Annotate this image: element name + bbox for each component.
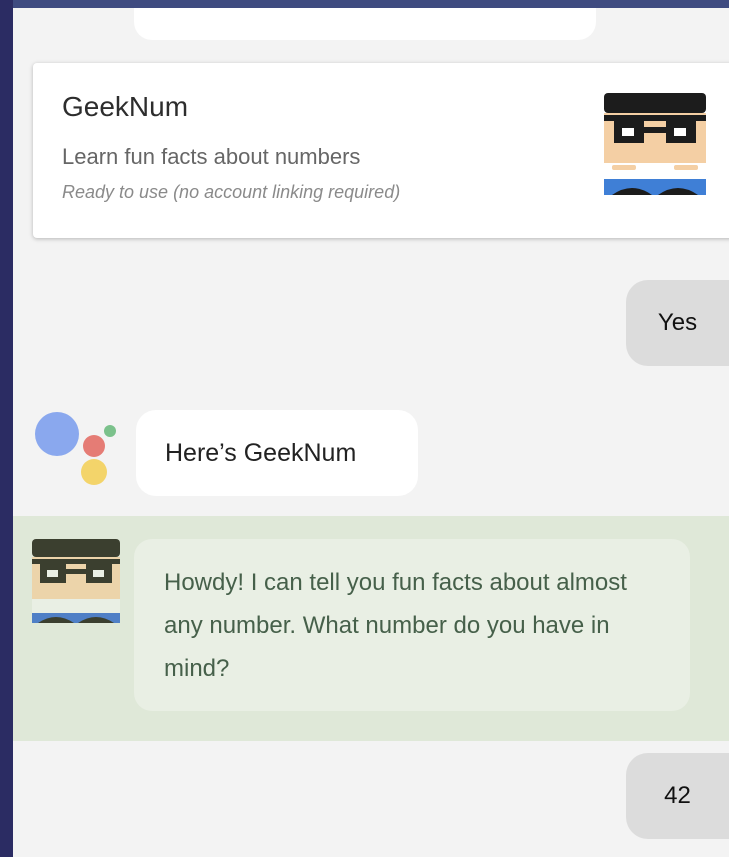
action-card[interactable]: GeekNum Learn fun facts about numbers Re… <box>33 63 729 238</box>
geeknum-avatar-icon <box>604 93 706 195</box>
geeknum-avatar-graphic <box>604 93 706 195</box>
window-top-border <box>0 0 729 8</box>
card-description: Learn fun facts about numbers <box>62 144 361 169</box>
card-status: Ready to use (no account linking require… <box>62 182 401 202</box>
geeknum-message: Howdy! I can tell you fun facts about al… <box>134 539 690 711</box>
user-message-yes: Yes <box>626 280 729 366</box>
card-title: GeekNum <box>62 91 189 122</box>
google-assistant-logo-icon <box>33 408 123 490</box>
previous-message-bubble <box>134 8 596 40</box>
geeknum-small-avatar-graphic <box>32 539 120 627</box>
assistant-logo-graphic <box>35 412 116 485</box>
user-message-number: 42 <box>626 753 729 839</box>
assistant-message: Here’s GeekNum <box>136 410 418 496</box>
conversation-panel: GeekNum Learn fun facts about numbers Re… <box>13 8 729 857</box>
geeknum-avatar-icon <box>32 539 120 627</box>
window-left-border <box>0 0 13 857</box>
geeknum-response-section: Howdy! I can tell you fun facts about al… <box>13 516 729 741</box>
